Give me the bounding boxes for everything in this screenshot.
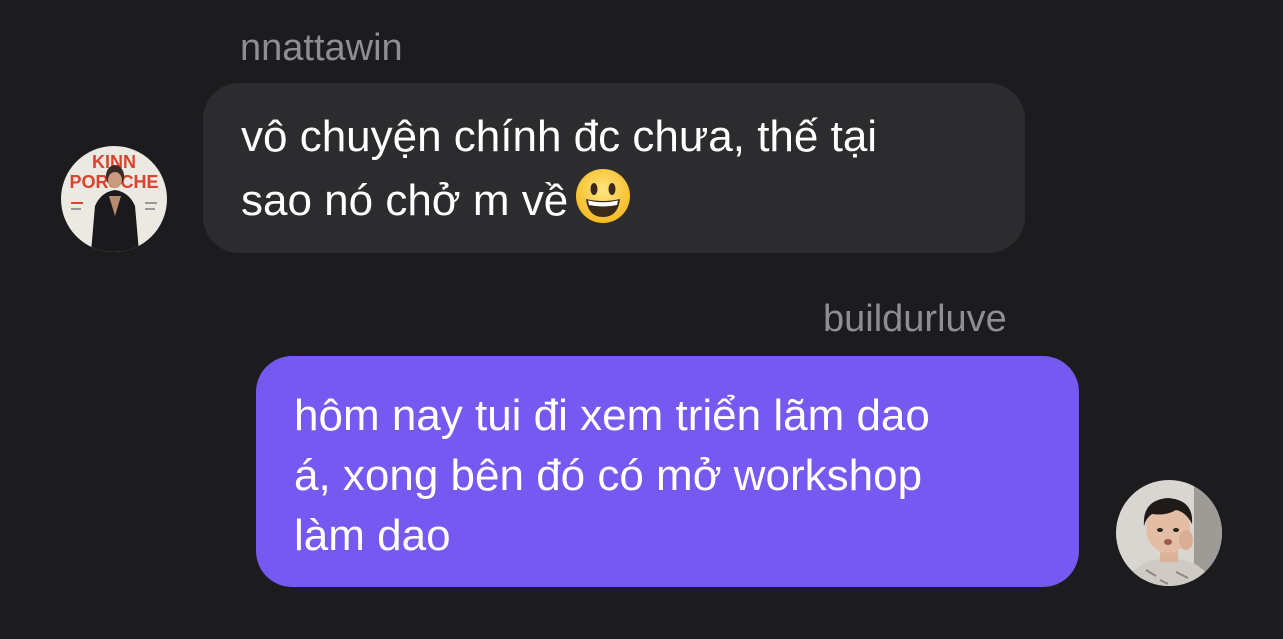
grinning-face-icon — [574, 167, 632, 241]
chat-thread: nnattawin KINN PORSCHE vô chuyện chính đ… — [0, 0, 1283, 639]
incoming-message-bubble[interactable]: vô chuyện chính đc chưa, thế tại sao nó … — [203, 83, 1025, 253]
incoming-message-line-1: vô chuyện chính đc chưa, thế tại — [241, 112, 878, 161]
kinnporsche-poster-image: KINN PORSCHE — [61, 146, 167, 252]
outgoing-message-bubble[interactable]: hôm nay tui đi xem triển lãm dao á, xong… — [256, 356, 1079, 587]
outgoing-avatar[interactable] — [1116, 480, 1222, 586]
incoming-message-line-2-text: sao nó chở m về — [241, 176, 569, 225]
outgoing-message-line-3: làm dao — [294, 511, 451, 560]
outgoing-message-line-2: á, xong bên đó có mở workshop — [294, 451, 923, 500]
incoming-sender-name: nnattawin — [240, 27, 403, 69]
outgoing-sender-name: buildurluve — [823, 298, 1007, 340]
incoming-avatar[interactable]: KINN PORSCHE — [61, 146, 167, 252]
incoming-message-line-2: sao nó chở m về — [241, 167, 987, 241]
outgoing-message-line-1: hôm nay tui đi xem triển lãm dao — [294, 391, 930, 440]
user-photo-image — [1116, 480, 1222, 586]
